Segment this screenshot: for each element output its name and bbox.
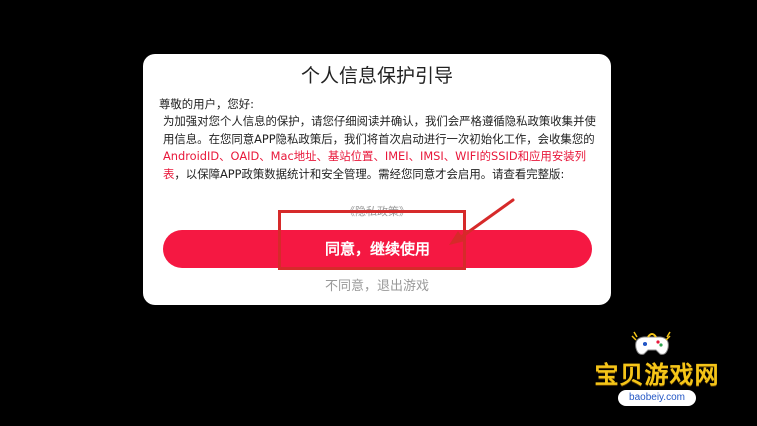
privacy-policy-link[interactable]: 《隐私政策》: [143, 204, 611, 220]
privacy-text: 为加强对您个人信息的保护，请您仔细阅读并确认，我们会严格遵循隐私政策收集并使用信…: [159, 113, 601, 183]
decline-exit-button[interactable]: 不同意，退出游戏: [143, 278, 611, 296]
greeting-text: 尊敬的用户，您好:: [159, 97, 254, 111]
privacy-dialog: 个人信息保护引导 尊敬的用户，您好: 为加强对您个人信息的保护，请您仔细阅读并确…: [143, 54, 611, 305]
app-screen: 个人信息保护引导 尊敬的用户，您好: 为加强对您个人信息的保护，请您仔细阅读并确…: [0, 0, 757, 426]
dialog-body: 尊敬的用户，您好: 为加强对您个人信息的保护，请您仔细阅读并确认，我们会严格遵循…: [159, 96, 601, 183]
watermark-url: baobeiy.com: [618, 390, 696, 406]
privacy-text-part-2: ，以保障APP政策数据统计和安全管理。需经您同意才会启用。请查看完整版:: [174, 166, 565, 181]
dialog-title: 个人信息保护引导: [300, 65, 453, 87]
watermark-brand-text: 宝贝游戏网: [594, 361, 720, 389]
privacy-text-part-1: 为加强对您个人信息的保护，请您仔细阅读并确认，我们会严格遵循隐私政策收集并使用信…: [163, 114, 596, 146]
agree-continue-button[interactable]: 同意，继续使用: [163, 230, 592, 268]
watermark-logo: 宝贝游戏网 baobeiy.com: [582, 330, 732, 410]
gamepad-mascot-icon: [631, 331, 671, 355]
